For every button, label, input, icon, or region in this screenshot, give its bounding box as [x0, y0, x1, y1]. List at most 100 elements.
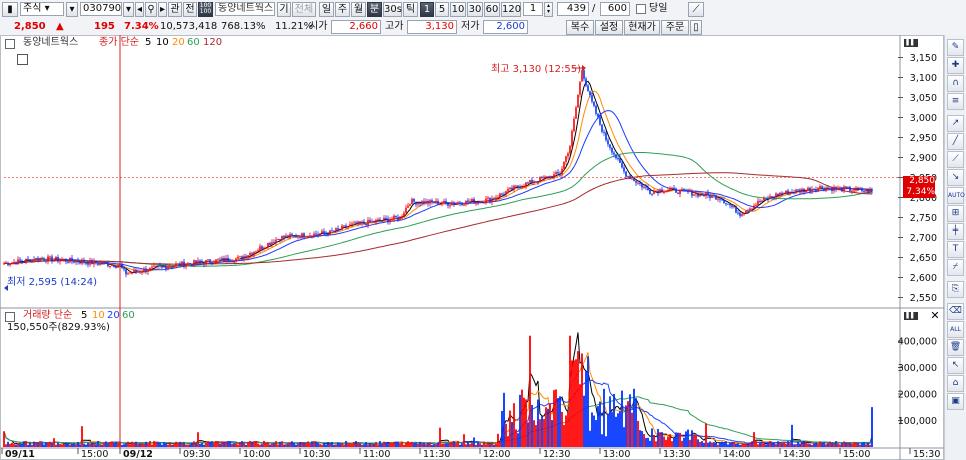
window-menu-icon[interactable]: ▮	[2, 2, 18, 17]
candle-body	[687, 190, 689, 193]
ruler-icon[interactable]: ⎘	[947, 281, 964, 298]
candle-body	[193, 260, 195, 266]
chart-tool-icon[interactable]: ⟋	[688, 2, 704, 17]
trend-icon[interactable]: ↘	[947, 169, 964, 186]
order-button[interactable]: 주문	[661, 20, 689, 35]
gi-button[interactable]: 기	[277, 2, 291, 17]
candle-body	[133, 270, 135, 273]
trash-icon[interactable]: 🗑	[947, 339, 964, 356]
candle-body	[849, 186, 851, 192]
candle-body	[727, 203, 729, 205]
candle-body	[391, 218, 393, 220]
chart-area[interactable]: 3,1503,1003,0503,0002,9502,9002,8502,800…	[0, 35, 944, 460]
zoom-icon[interactable]: ⊞	[947, 205, 964, 222]
today-checkbox[interactable]	[636, 4, 646, 14]
interval-60-button[interactable]: 60	[484, 2, 500, 17]
interval-spinner-icon[interactable]: ▴ ▾	[544, 2, 553, 17]
period-month-button[interactable]: 월	[351, 2, 366, 17]
volume-bar	[177, 442, 179, 447]
panel-select-box[interactable]	[5, 39, 15, 49]
all-icon[interactable]: ALL	[947, 321, 964, 338]
market-dropdown-icon[interactable]: ▾	[66, 2, 78, 17]
volume-bar	[635, 398, 637, 447]
volume-bar	[519, 394, 521, 447]
candle-body	[207, 259, 209, 261]
candle-body	[137, 271, 139, 273]
interval-1-button[interactable]: 1	[420, 2, 434, 17]
volume-bar	[727, 444, 729, 447]
volume-bar	[645, 438, 647, 447]
interval-input[interactable]: 1	[523, 2, 543, 16]
vol-ma20-label: 20	[107, 310, 120, 321]
candle-body	[439, 203, 441, 205]
copy-button[interactable]: 복수	[566, 20, 594, 35]
volume-close-icon[interactable]: ✕	[929, 310, 941, 322]
gwan-button[interactable]: 관	[168, 2, 182, 17]
magnet-icon[interactable]: ∩	[947, 75, 964, 92]
count-input[interactable]: 439	[557, 2, 589, 16]
capture-icon[interactable]: ▣	[947, 393, 964, 410]
fibo-icon[interactable]: ≡	[947, 93, 964, 110]
code-dropdown-icon[interactable]: ▾	[123, 2, 134, 17]
volume-panel-select-box[interactable]	[5, 312, 15, 322]
time-tick-label: 13:30	[663, 449, 690, 460]
period-icon[interactable]: ⌿	[947, 259, 964, 276]
candle-body	[743, 213, 745, 215]
period-minute-button[interactable]: 분	[367, 2, 382, 17]
vol-ma5-line	[3, 332, 873, 445]
volume-bar	[717, 444, 719, 447]
text-icon[interactable]: T	[947, 241, 964, 258]
volume-bar	[729, 442, 731, 447]
interval-10-button[interactable]: 10	[450, 2, 466, 17]
prev-stock-icon[interactable]: ◂	[135, 2, 144, 17]
window-layout-icon[interactable]: ▯	[690, 20, 702, 35]
candle-body	[465, 200, 467, 205]
hline-icon[interactable]: ╪	[947, 223, 964, 240]
stock-code-input[interactable]: 030790	[80, 2, 122, 16]
period-30s-button[interactable]: 30s	[383, 2, 402, 17]
line-icon[interactable]: ╱	[947, 133, 964, 150]
candle-body	[383, 217, 385, 221]
channel-icon[interactable]: ⟋	[947, 151, 964, 168]
interval-5-button[interactable]: 5	[435, 2, 449, 17]
setting-button[interactable]: 설정	[595, 20, 623, 35]
current-price-button[interactable]: 현재가	[624, 20, 660, 35]
crosshair-icon[interactable]: ✚	[947, 57, 964, 74]
next-stock-icon[interactable]: ▸	[158, 2, 167, 17]
candle-body	[115, 267, 117, 269]
eraser-icon[interactable]: ⌫	[947, 303, 964, 320]
candle-body	[151, 266, 153, 268]
candle-body	[91, 260, 93, 265]
candle-body	[45, 260, 47, 262]
market-select[interactable]: 주식 ▾	[20, 2, 64, 16]
candle-body	[621, 162, 623, 168]
volume-scale-icon[interactable]: ▌▌	[904, 312, 918, 320]
candle-body	[559, 173, 561, 175]
interval-120-button[interactable]: 120	[501, 2, 521, 17]
volume-bar	[309, 443, 311, 447]
lock-icon[interactable]: ⌂	[947, 375, 964, 392]
search-icon[interactable]: ⚲	[145, 2, 157, 17]
volume-bar	[35, 442, 37, 447]
chart-canvas[interactable]: 3,1503,1003,0503,0002,9502,9002,8502,800…	[0, 35, 944, 460]
percent-100-button[interactable]: 100 100	[198, 2, 213, 17]
interval-30-button[interactable]: 30	[467, 2, 483, 17]
pointer-icon[interactable]: ✎	[947, 39, 964, 56]
time-tick-label: 09/12	[123, 449, 153, 460]
volume-bar	[183, 442, 185, 447]
candle-body	[789, 192, 791, 195]
period-week-button[interactable]: 주	[335, 2, 350, 17]
time-tick-label: 11:30	[423, 449, 450, 460]
auto-icon[interactable]: AUTO	[947, 187, 965, 204]
panel-scale-icon[interactable]: ▌▌	[904, 39, 918, 47]
arrow-icon[interactable]: ↗	[947, 115, 964, 132]
candle-body	[475, 201, 477, 204]
volume-bar	[203, 444, 205, 447]
period-day-button[interactable]: 일	[319, 2, 334, 17]
all-button[interactable]: 전체	[292, 2, 316, 17]
period-tick-button[interactable]: 틱	[403, 2, 418, 17]
jeon-button[interactable]: 전	[183, 2, 197, 17]
candle-body	[857, 187, 859, 190]
cursor-icon[interactable]: ↖	[947, 357, 964, 374]
panel-toggle-box[interactable]	[17, 54, 28, 65]
